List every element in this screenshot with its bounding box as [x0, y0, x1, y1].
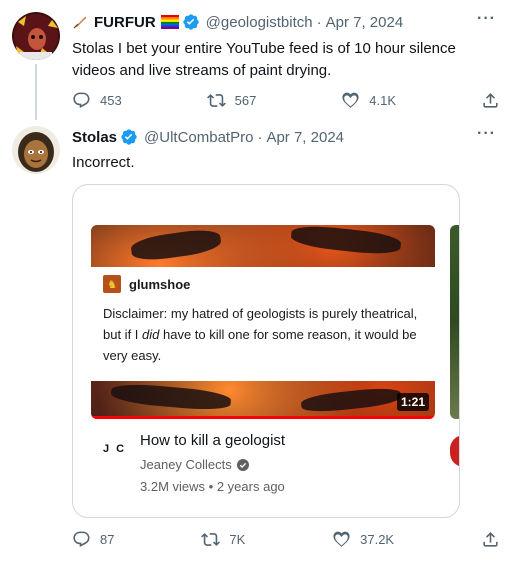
tumblr-username: glumshoe — [129, 276, 191, 292]
like-icon — [333, 531, 350, 547]
verified-badge-icon — [120, 128, 138, 146]
tweet2-date[interactable]: Apr 7, 2024 — [266, 129, 344, 146]
tweet1-handle[interactable]: @geologistbitch — [206, 14, 313, 31]
channel-avatar[interactable]: J C — [103, 443, 126, 455]
lava-crack — [129, 226, 223, 264]
tumblr-avatar-icon: ♞ — [103, 275, 121, 293]
tweet2-text: Incorrect. — [72, 154, 135, 171]
share-button[interactable] — [481, 530, 500, 549]
tweet2-actions: 87 7K 37.2K — [72, 530, 500, 549]
tweet1-actions: 453 567 4.1K — [72, 91, 500, 110]
tumblr-text: Disclaimer: my hatred of geologists is p… — [103, 303, 423, 366]
next-video-thumbnail[interactable] — [450, 225, 459, 419]
tweet1-display-name[interactable]: FURFUR — [94, 14, 156, 31]
tweet1-header: FURFUR @geologistbitch · Apr 7, 2024 — [72, 13, 403, 31]
tweet2-header: Stolas @UltCombatPro · Apr 7, 2024 — [72, 128, 344, 146]
reply-count: 87 — [100, 532, 115, 547]
channel-name[interactable]: Jeaney Collects — [140, 457, 232, 472]
tweet2-handle[interactable]: @UltCombatPro — [144, 129, 253, 146]
thread-line — [35, 64, 37, 120]
retweet-icon — [201, 533, 221, 546]
reply-icon — [73, 531, 90, 548]
tumblr-header: ♞ glumshoe — [103, 275, 423, 293]
next-channel-avatar[interactable] — [450, 435, 459, 467]
tweet1-date[interactable]: Apr 7, 2024 — [326, 14, 404, 31]
reply-button[interactable]: 453 — [72, 91, 122, 110]
tweet2-separator: · — [257, 128, 263, 146]
tumblr-text-emphasis: did — [142, 327, 160, 342]
video-duration: 1:21 — [396, 393, 429, 411]
avatar-furfur[interactable] — [12, 12, 60, 60]
like-count: 4.1K — [369, 93, 397, 108]
channel-verified-icon — [236, 458, 249, 471]
share-icon — [483, 93, 498, 108]
reply-count: 453 — [100, 93, 122, 108]
youtube-card[interactable]: ♞ glumshoe Disclaimer: my hatred of geol… — [72, 184, 460, 518]
retweet-button[interactable]: 567 — [206, 91, 257, 110]
reply-icon — [73, 92, 90, 109]
like-icon — [342, 92, 359, 108]
avatar-stolas[interactable] — [12, 126, 60, 174]
tweet2-display-name[interactable]: Stolas — [72, 129, 117, 146]
video-thumbnail[interactable]: ♞ glumshoe Disclaimer: my hatred of geol… — [91, 225, 435, 419]
tweet1-text: Stolas I bet your entire YouTube feed is… — [72, 40, 456, 79]
like-count: 37.2K — [360, 532, 395, 547]
like-button[interactable]: 37.2K — [332, 530, 394, 549]
tweet1-separator: · — [316, 13, 322, 31]
feather-icon — [72, 14, 88, 30]
rainbow-flag-icon — [160, 15, 179, 29]
video-views: 3.2M views — [140, 479, 206, 494]
progress-bar — [91, 416, 435, 419]
tumblr-post: ♞ glumshoe Disclaimer: my hatred of geol… — [91, 267, 435, 381]
video-title[interactable]: How to kill a geologist — [140, 432, 285, 449]
channel-name-row[interactable]: Jeaney Collects — [140, 457, 249, 472]
lava-crack — [290, 225, 402, 257]
tweet2-more-button[interactable]: ··· — [477, 125, 496, 143]
retweet-count: 567 — [234, 93, 257, 108]
video-meta-separator: • — [208, 479, 214, 494]
video-meta: 3.2M views • 2 years ago — [140, 479, 285, 494]
share-icon — [483, 532, 498, 547]
lava-crack — [110, 381, 232, 413]
retweet-icon — [206, 94, 226, 107]
video-age: 2 years ago — [216, 479, 285, 494]
share-button[interactable] — [481, 91, 500, 110]
verified-badge-icon — [182, 13, 200, 31]
tweet1-more-button[interactable]: ··· — [477, 10, 496, 28]
retweet-count: 7K — [229, 532, 246, 547]
lava-crack — [300, 385, 402, 415]
like-button[interactable]: 4.1K — [341, 91, 396, 110]
reply-button[interactable]: 87 — [72, 530, 114, 549]
retweet-button[interactable]: 7K — [201, 530, 245, 549]
